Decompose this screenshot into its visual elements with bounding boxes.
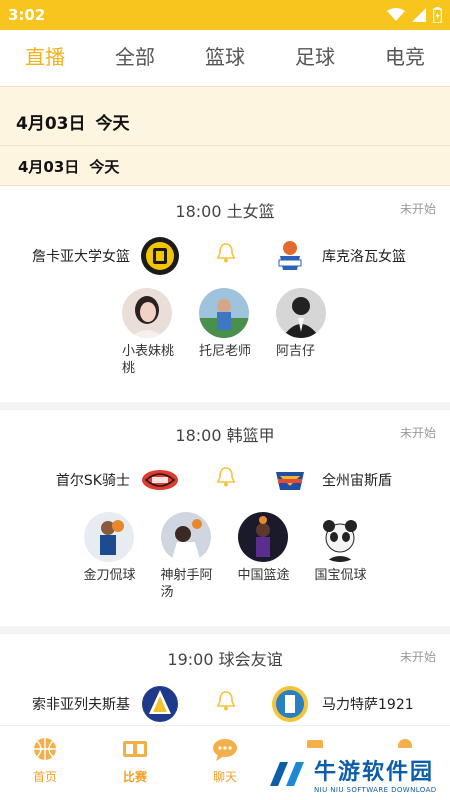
bell-icon[interactable] (216, 466, 236, 488)
away-team-logo (278, 241, 302, 270)
avatar (199, 288, 249, 338)
match-status: 未开始 (399, 202, 436, 216)
wifi-icon (387, 8, 405, 21)
match-time-league: 18:00 土女篮 (175, 202, 275, 221)
basketball-icon (34, 738, 56, 760)
avatar (160, 512, 211, 562)
match-header: 19:00 球会友谊 未开始 (0, 634, 450, 680)
away-team-name: 马力特萨1921 (322, 697, 414, 713)
nav-home-label: 首页 (32, 770, 57, 784)
tab-basketball[interactable]: 篮球 (180, 30, 270, 85)
match-teams: 詹卡亚大学女篮 库克洛瓦女篮 (0, 232, 450, 280)
anchor-item[interactable]: 阿吉仔 (276, 288, 328, 377)
anchor-name: 阿吉仔 (276, 344, 316, 359)
avatar (122, 288, 172, 338)
anchor-list: 小表妹桃桃 托尼老师 阿吉仔 (0, 280, 450, 377)
status-bar: 3:02 (0, 0, 450, 30)
category-tabs: 直播 全部 篮球 足球 电竞 (0, 30, 450, 85)
bell-icon[interactable] (216, 242, 236, 264)
match-card[interactable]: 19:00 球会友谊 未开始 索非亚列夫斯基 马力特萨1921 (0, 634, 450, 734)
nav-home[interactable]: 首页 (0, 726, 90, 800)
watermark-cn: 牛游软件园 (314, 760, 435, 785)
match-card[interactable]: 18:00 韩篮甲 未开始 首尔SK骑士 全州宙斯盾 金刀侃球 神射手阿汤 中国… (0, 410, 450, 634)
anchor-name: 中国篮途 (237, 568, 290, 583)
match-time-league: 18:00 韩篮甲 (175, 426, 275, 445)
match-time-league: 19:00 球会友谊 (167, 650, 283, 669)
away-team-logo (272, 686, 308, 722)
home-team-name: 索非亚列夫斯基 (32, 697, 130, 713)
anchor-name: 托尼老师 (199, 344, 252, 359)
match-header: 18:00 土女篮 未开始 (0, 186, 450, 232)
battery-icon (433, 7, 442, 23)
tab-all[interactable]: 全部 (90, 30, 180, 85)
anchor-item[interactable]: 神射手阿汤 (160, 512, 213, 601)
avatar (314, 512, 365, 562)
status-time: 3:02 (8, 6, 46, 24)
watermark-logo-icon (270, 762, 304, 786)
nav-match[interactable]: 比赛 (90, 726, 180, 800)
anchor-item[interactable]: 国宝侃球 (314, 512, 367, 601)
anchor-item[interactable]: 小表妹桃桃 (122, 288, 174, 377)
anchor-name: 国宝侃球 (314, 568, 367, 583)
watermark: 牛游软件园 NIU NIU SOFTWARE DOWNLOAD (250, 748, 450, 800)
home-team-logo (141, 237, 179, 275)
sticky-date: 4月03日 今天 (16, 109, 130, 134)
anchor-name: 神射手阿汤 (160, 568, 213, 600)
match-status: 未开始 (399, 426, 436, 440)
watermark-text: 牛游软件园 NIU NIU SOFTWARE DOWNLOAD (314, 754, 437, 794)
home-team-name: 詹卡亚大学女篮 (32, 249, 130, 265)
nav-match-label: 比赛 (122, 770, 147, 784)
section-date-label: 今天 (89, 158, 120, 176)
away-team-name: 库克洛瓦女篮 (322, 249, 406, 265)
section-date-value: 4月03日 (18, 158, 80, 176)
sticky-date-value: 4月03日 (16, 114, 86, 134)
nav-chat-label: 聊天 (212, 770, 237, 784)
anchor-item[interactable]: 金刀侃球 (83, 512, 136, 601)
match-status: 未开始 (399, 650, 436, 664)
match-teams: 首尔SK骑士 全州宙斯盾 (0, 456, 450, 504)
away-team-name: 全州宙斯盾 (322, 473, 392, 489)
tab-live[interactable]: 直播 (0, 30, 90, 85)
chat-icon (213, 739, 237, 761)
match-header: 18:00 韩篮甲 未开始 (0, 410, 450, 456)
anchor-item[interactable]: 中国篮途 (237, 512, 290, 601)
anchor-item[interactable]: 托尼老师 (199, 288, 251, 377)
avatar (237, 512, 288, 562)
date-divider (0, 145, 450, 146)
section-date: 4月03日 今天 (18, 156, 119, 177)
home-team-logo (142, 686, 178, 722)
tab-football[interactable]: 足球 (270, 30, 360, 85)
match-teams: 索非亚列夫斯基 马力特萨1921 (0, 680, 450, 728)
date-header: 4月03日 今天 4月03日 今天 (0, 86, 450, 186)
watermark-en: NIU NIU SOFTWARE DOWNLOAD (314, 786, 437, 794)
scoreboard-icon (123, 741, 147, 757)
avatar (276, 288, 326, 338)
system-icons (387, 7, 442, 23)
match-card[interactable]: 18:00 土女篮 未开始 詹卡亚大学女篮 库克洛瓦女篮 小表妹桃桃 托尼老师 … (0, 186, 450, 410)
anchor-name: 小表妹桃桃 (122, 344, 175, 376)
avatar (83, 512, 134, 562)
home-team-logo (142, 470, 178, 490)
tab-esports[interactable]: 电竞 (360, 30, 450, 85)
anchor-list: 金刀侃球 神射手阿汤 中国篮途 国宝侃球 (0, 504, 450, 601)
sticky-date-label: 今天 (95, 114, 130, 134)
away-team-logo (276, 472, 304, 490)
home-team-name: 首尔SK骑士 (55, 473, 130, 489)
anchor-name: 金刀侃球 (83, 568, 136, 583)
bell-icon[interactable] (216, 690, 236, 712)
signal-icon (412, 8, 426, 22)
